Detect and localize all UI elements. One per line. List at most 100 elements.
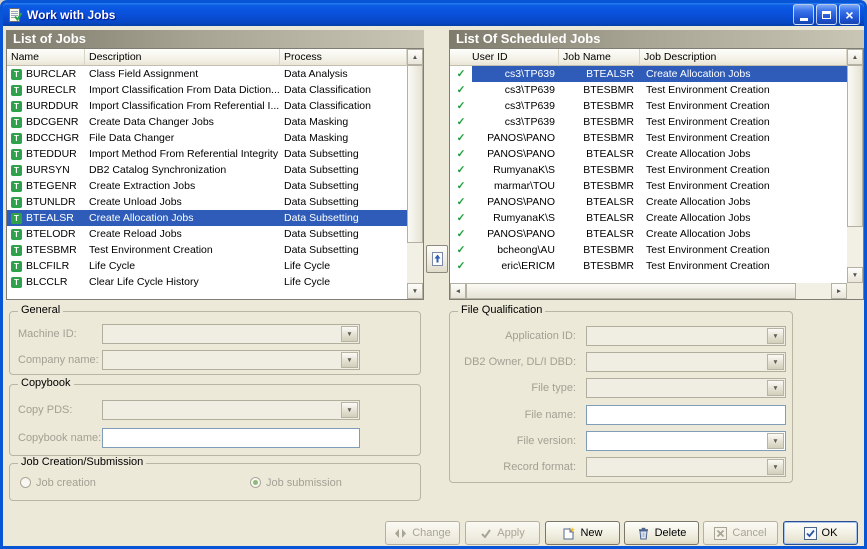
scroll-down-button[interactable]: ▼ <box>407 283 423 299</box>
job-process-text: Data Subsetting <box>280 210 407 226</box>
delete-icon <box>637 527 650 540</box>
job-submission-label: Job submission <box>266 473 342 493</box>
scroll-up-button[interactable]: ▲ <box>407 49 423 65</box>
scrollbar-thumb[interactable] <box>847 65 863 227</box>
scheduled-job-row[interactable]: ✓cs3\TP639BTESBMRTest Environment Creati… <box>450 98 847 114</box>
db2-owner-combo: ▼ <box>586 352 786 372</box>
column-header-process[interactable]: Process <box>280 49 407 66</box>
copy-pds-label: Copy PDS: <box>18 400 72 420</box>
scroll-right-button[interactable]: ► <box>831 283 847 299</box>
scheduled-jobs-rows: ✓cs3\TP639BTEALSRCreate Allocation Jobs✓… <box>450 66 847 283</box>
job-name-cell: TBURECLR <box>7 82 85 98</box>
transfer-job-button[interactable] <box>426 245 448 273</box>
titlebar: Work with Jobs × <box>3 3 864 26</box>
close-button[interactable]: × <box>839 4 860 25</box>
job-description-text: Create Unload Jobs <box>85 194 280 210</box>
job-name-cell: TBLCFILR <box>7 258 85 274</box>
scheduled-job-row[interactable]: ✓marmar\TOUBTESBMRTest Environment Creat… <box>450 178 847 194</box>
job-row[interactable]: TBTUNLDRCreate Unload JobsData Subsettin… <box>7 194 407 210</box>
job-name-cell: TBTEGENR <box>7 178 85 194</box>
scheduled-job-row[interactable]: ✓PANOS\PANOBTEALSRCreate Allocation Jobs <box>450 194 847 210</box>
delete-button[interactable]: Delete <box>624 521 699 545</box>
column-header-description[interactable]: Description <box>85 49 280 66</box>
scheduled-job-row[interactable]: ✓PANOS\PANOBTEALSRCreate Allocation Jobs <box>450 226 847 242</box>
combo-arrow-icon: ▼ <box>767 380 784 396</box>
maximize-button[interactable] <box>816 4 837 25</box>
file-qualification-group-title: File Qualification <box>458 304 545 316</box>
job-row[interactable]: TBTESBMRTest Environment CreationData Su… <box>7 242 407 258</box>
scheduled-job-description-text: Create Allocation Jobs <box>640 146 847 162</box>
scheduled-job-row[interactable]: ✓eric\ERICMBTESBMRTest Environment Creat… <box>450 258 847 274</box>
job-description-text: Create Allocation Jobs <box>85 210 280 226</box>
scheduled-job-row[interactable]: ✓RumyanaK\SBTEALSRCreate Allocation Jobs <box>450 210 847 226</box>
job-creation-label: Job creation <box>36 473 96 493</box>
minimize-button[interactable] <box>793 4 814 25</box>
scroll-down-button[interactable]: ▼ <box>847 267 863 283</box>
job-row[interactable]: TBTEALSRCreate Allocation JobsData Subse… <box>7 210 407 226</box>
job-creation-submission-group: Job Creation/Submission Job creation Job… <box>9 463 421 501</box>
scrollbar-thumb[interactable] <box>466 283 796 299</box>
scheduled-job-row[interactable]: ✓PANOS\PANOBTESBMRTest Environment Creat… <box>450 130 847 146</box>
scheduled-job-row[interactable]: ✓bcheong\AUBTESBMRTest Environment Creat… <box>450 242 847 258</box>
scheduled-user-id-text: PANOS\PANO <box>472 130 559 146</box>
ok-button[interactable]: OK <box>783 521 858 545</box>
job-row[interactable]: TBURECLRImport Classification From Data … <box>7 82 407 98</box>
job-type-icon: T <box>11 117 22 128</box>
scheduled-job-row[interactable]: ✓cs3\TP639BTEALSRCreate Allocation Jobs <box>450 66 847 82</box>
column-header-user-id[interactable]: User ID <box>450 49 559 66</box>
scheduled-job-description-text: Create Allocation Jobs <box>640 66 847 82</box>
job-creation-submission-group-title: Job Creation/Submission <box>18 456 146 468</box>
scheduled-job-description-text: Test Environment Creation <box>640 82 847 98</box>
scheduled-job-name-text: BTEALSR <box>559 146 640 162</box>
scroll-left-button[interactable]: ◄ <box>450 283 466 299</box>
job-process-text: Life Cycle <box>280 274 407 290</box>
file-name-input[interactable] <box>586 405 786 425</box>
scheduled-job-row[interactable]: ✓RumyanaK\SBTESBMRTest Environment Creat… <box>450 162 847 178</box>
job-row[interactable]: TBTEGENRCreate Extraction JobsData Subse… <box>7 178 407 194</box>
company-name-label: Company name: <box>18 350 99 370</box>
job-row[interactable]: TBLCCLRClear Life Cycle HistoryLife Cycl… <box>7 274 407 290</box>
job-row[interactable]: TBLCFILRLife CycleLife Cycle <box>7 258 407 274</box>
job-name-cell: TBTEALSR <box>7 210 85 226</box>
vertical-scrollbar[interactable]: ▲ ▼ <box>847 49 863 283</box>
column-header-job-name[interactable]: Job Name <box>559 49 640 66</box>
scheduled-job-name-text: BTESBMR <box>559 114 640 130</box>
job-description-text: File Data Changer <box>85 130 280 146</box>
scheduled-job-cells: cs3\TP639BTESBMRTest Environment Creatio… <box>472 82 847 98</box>
job-process-text: Data Classification <box>280 82 407 98</box>
scheduled-check-icon: ✓ <box>450 194 472 210</box>
job-name-cell: TBDCCHGR <box>7 130 85 146</box>
job-name-text: BURSYN <box>26 162 70 178</box>
job-row[interactable]: TBURCLARClass Field AssignmentData Analy… <box>7 66 407 82</box>
scheduled-user-id-text: eric\ERICM <box>472 258 559 274</box>
job-name-cell: TBLCCLR <box>7 274 85 290</box>
scheduled-job-cells: RumyanaK\SBTESBMRTest Environment Creati… <box>472 162 847 178</box>
scheduled-check-icon: ✓ <box>450 210 472 226</box>
scrollbar-thumb[interactable] <box>407 65 423 243</box>
job-name-cell: TBTUNLDR <box>7 194 85 210</box>
job-row[interactable]: TBTELODRCreate Reload JobsData Subsettin… <box>7 226 407 242</box>
new-button[interactable]: New <box>545 521 620 545</box>
job-row[interactable]: TBTEDDURImport Method From Referential I… <box>7 146 407 162</box>
scheduled-job-cells: PANOS\PANOBTEALSRCreate Allocation Jobs <box>472 194 847 210</box>
job-row[interactable]: TBURSYNDB2 Catalog SynchronizationData S… <box>7 162 407 178</box>
file-version-combo[interactable]: ▼ <box>586 431 786 451</box>
file-type-label: File type: <box>458 378 576 398</box>
job-row[interactable]: TBDCCHGRFile Data ChangerData Masking <box>7 130 407 146</box>
column-header-job-description[interactable]: Job Description <box>640 49 847 66</box>
copybook-name-input[interactable] <box>102 428 360 448</box>
job-type-icon: T <box>11 69 22 80</box>
vertical-scrollbar[interactable]: ▲ ▼ <box>407 49 423 299</box>
job-row[interactable]: TBDCGENRCreate Data Changer JobsData Mas… <box>7 114 407 130</box>
job-row[interactable]: TBURDDURImport Classification From Refer… <box>7 98 407 114</box>
combo-arrow-icon[interactable]: ▼ <box>767 433 784 449</box>
scroll-up-button[interactable]: ▲ <box>847 49 863 65</box>
horizontal-scrollbar[interactable]: ◄ ► <box>450 283 847 299</box>
column-header-name[interactable]: Name <box>7 49 85 66</box>
scheduled-job-row[interactable]: ✓cs3\TP639BTESBMRTest Environment Creati… <box>450 114 847 130</box>
job-type-icon: T <box>11 101 22 112</box>
job-creation-radio <box>20 477 31 488</box>
scheduled-job-row[interactable]: ✓PANOS\PANOBTEALSRCreate Allocation Jobs <box>450 146 847 162</box>
job-description-text: Import Classification From Data Diction.… <box>85 82 280 98</box>
scheduled-job-row[interactable]: ✓cs3\TP639BTESBMRTest Environment Creati… <box>450 82 847 98</box>
